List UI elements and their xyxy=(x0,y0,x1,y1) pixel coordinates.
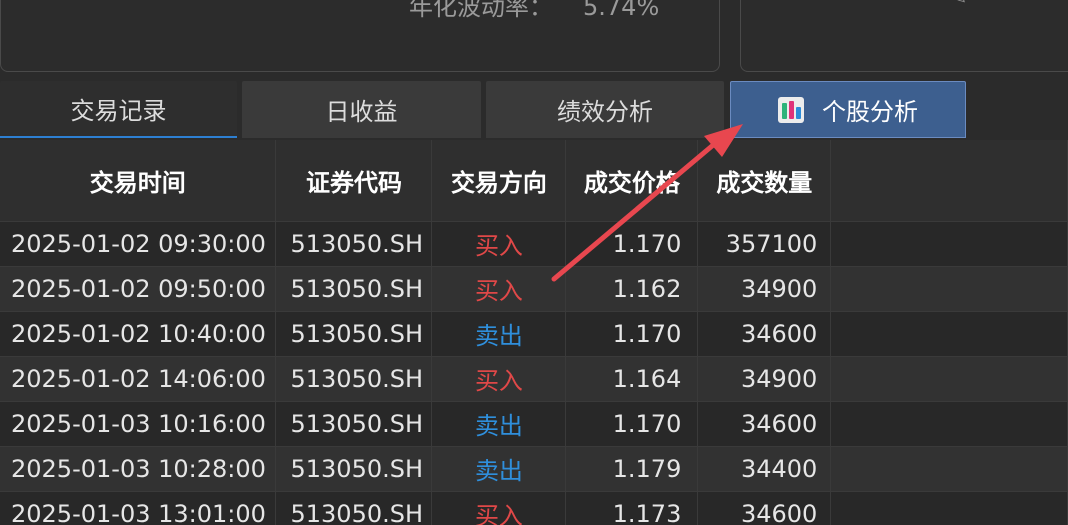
quantity-cell: 34600 xyxy=(697,311,832,357)
price-cell: 1.162 xyxy=(565,266,699,312)
empty-cell xyxy=(830,491,1068,525)
direction-cell: 卖出 xyxy=(431,446,567,492)
direction-cell: 买入 xyxy=(431,491,567,525)
direction-cell: 买入 xyxy=(431,266,567,312)
metrics-card: 年化波动率： 5.74% xyxy=(0,0,720,72)
tab-label: 日收益 xyxy=(325,98,398,126)
table-row[interactable]: 2025-01-03 10:28:00 513050.SH 卖出 1.179 34400 xyxy=(0,446,1068,492)
column-header-security-code[interactable]: 证券代码 xyxy=(275,140,433,222)
trade-time-cell: 2025-01-03 10:28:00 xyxy=(0,446,277,492)
price-cell: 1.170 xyxy=(565,401,699,447)
trade-time-cell: 2025-01-02 14:06:00 xyxy=(0,356,277,402)
table-row[interactable]: 2025-01-02 14:06:00 513050.SH 买入 1.164 34900 xyxy=(0,356,1068,402)
security-code-cell: 513050.SH xyxy=(275,311,433,357)
bar-chart-icon xyxy=(778,96,804,123)
security-code-cell: 513050.SH xyxy=(275,446,433,492)
tab-label: 个股分析 xyxy=(822,98,918,126)
security-code-cell: 513050.SH xyxy=(275,356,433,402)
volatility-value: 5.74% xyxy=(583,0,660,21)
volatility-label: 年化波动率： xyxy=(409,0,553,21)
trade-time-cell: 2025-01-02 09:50:00 xyxy=(0,266,277,312)
security-code-cell: 513050.SH xyxy=(275,221,433,267)
trade-time-cell: 2025-01-03 13:01:00 xyxy=(0,491,277,525)
quantity-cell: 34600 xyxy=(697,491,832,525)
table-header-row: 交易时间 证券代码 交易方向 成交价格 成交数量 xyxy=(0,140,1068,222)
empty-cell xyxy=(830,311,1068,357)
trade-records-table: 交易时间 证券代码 交易方向 成交价格 成交数量 2025-01-02 09:3… xyxy=(0,140,1068,525)
price-cell: 1.164 xyxy=(565,356,699,402)
column-header-direction[interactable]: 交易方向 xyxy=(431,140,567,222)
quantity-cell: 34900 xyxy=(697,356,832,402)
table-row[interactable]: 2025-01-03 13:01:00 513050.SH 买入 1.173 34600 xyxy=(0,491,1068,525)
tab-bar: 交易记录 日收益 绩效分析 个股分析 xyxy=(0,81,1068,138)
price-cell: 1.173 xyxy=(565,491,699,525)
column-header-quantity[interactable]: 成交数量 xyxy=(697,140,832,222)
direction-cell: 买入 xyxy=(431,356,567,402)
tab-stock-analysis[interactable]: 个股分析 xyxy=(730,81,966,138)
trade-time-cell: 2025-01-02 10:40:00 xyxy=(0,311,277,357)
quantity-cell: 357100 xyxy=(697,221,832,267)
tab-performance-analysis[interactable]: 绩效分析 xyxy=(486,81,724,138)
table-row[interactable]: 2025-01-02 09:50:00 513050.SH 买入 1.162 34900 xyxy=(0,266,1068,312)
column-header-trade-time[interactable]: 交易时间 xyxy=(0,140,277,222)
price-cell: 1.170 xyxy=(565,311,699,357)
tab-label: 绩效分析 xyxy=(557,98,653,126)
direction-cell: 卖出 xyxy=(431,311,567,357)
empty-cell xyxy=(830,356,1068,402)
table-row[interactable]: 2025-01-02 10:40:00 513050.SH 卖出 1.170 34600 xyxy=(0,311,1068,357)
trade-time-cell: 2025-01-03 10:16:00 xyxy=(0,401,277,447)
quantity-cell: 34900 xyxy=(697,266,832,312)
security-code-cell: 513050.SH xyxy=(275,266,433,312)
column-header-empty xyxy=(830,140,1068,222)
edit-icon[interactable]: ✎ xyxy=(949,0,971,9)
tab-trade-records[interactable]: 交易记录 xyxy=(0,81,237,138)
direction-cell: 买入 xyxy=(431,221,567,267)
tab-daily-returns[interactable]: 日收益 xyxy=(242,81,481,138)
empty-cell xyxy=(830,446,1068,492)
empty-cell xyxy=(830,266,1068,312)
table-row[interactable]: 2025-01-03 10:16:00 513050.SH 卖出 1.170 34600 xyxy=(0,401,1068,447)
direction-cell: 卖出 xyxy=(431,401,567,447)
price-cell: 1.170 xyxy=(565,221,699,267)
tab-label: 交易记录 xyxy=(70,97,167,125)
side-card: ✎ xyxy=(740,0,1068,72)
table-row[interactable]: 2025-01-02 09:30:00 513050.SH 买入 1.170 35710… xyxy=(0,221,1068,267)
empty-cell xyxy=(830,401,1068,447)
empty-cell xyxy=(830,221,1068,267)
trade-time-cell: 2025-01-02 09:30:00 xyxy=(0,221,277,267)
quantity-cell: 34400 xyxy=(697,446,832,492)
column-header-price[interactable]: 成交价格 xyxy=(565,140,699,222)
quantity-cell: 34600 xyxy=(697,401,832,447)
trade-records-table-area: 交易时间 证券代码 交易方向 成交价格 成交数量 2025-01-02 09:3… xyxy=(0,140,1068,525)
security-code-cell: 513050.SH xyxy=(275,491,433,525)
price-cell: 1.179 xyxy=(565,446,699,492)
app-window: 年化波动率： 5.74% ✎ 交易记录 日收益 绩效分析 个股分析 xyxy=(0,0,1068,525)
security-code-cell: 513050.SH xyxy=(275,401,433,447)
